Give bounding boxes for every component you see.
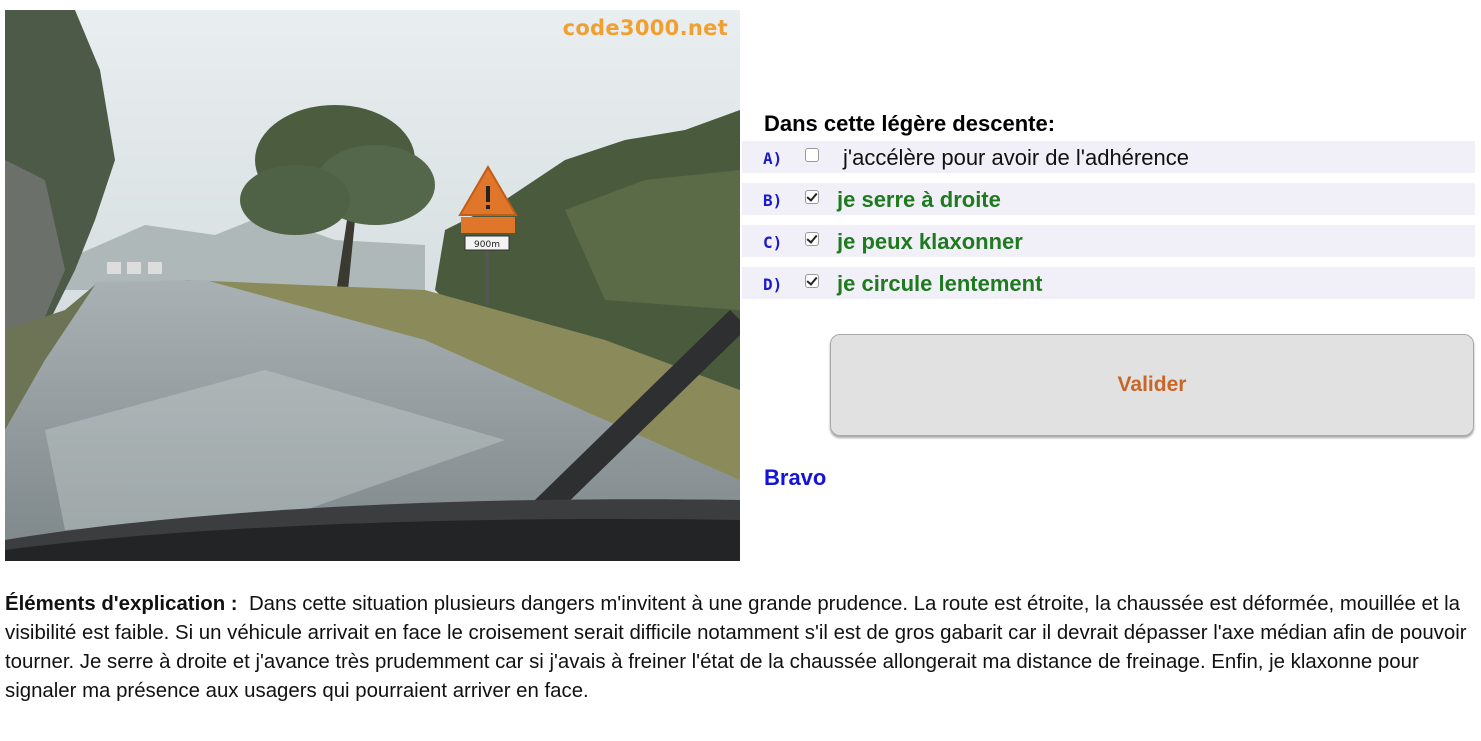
answer-text: je serre à droite [837,187,1001,212]
answer-b-checkbox[interactable] [805,190,819,204]
explanation-paragraph: Éléments d'explication : Dans cette situ… [5,590,1475,706]
sign-distance-label: 900m [474,240,500,250]
result-message: Bravo [764,465,827,490]
quiz-page: 900m code3000.net Dans cette légère desc… [0,0,1481,741]
validate-button[interactable]: Valider [830,334,1474,436]
road-scene-photo: 900m code3000.net [5,10,740,561]
answer-letter: D) [763,275,783,294]
answer-letter: C) [763,233,783,252]
site-watermark: code3000.net [562,16,728,40]
answer-text: j'accélère pour avoir de l'adhérence [843,145,1189,170]
answer-option-c[interactable]: C) je peux klaxonner [742,225,1475,257]
answer-option-a[interactable]: A) j'accélère pour avoir de l'adhérence [742,141,1475,173]
answer-text: je peux klaxonner [837,229,1023,254]
question-prompt: Dans cette légère descente: [764,111,1056,136]
checkmark-icon [806,190,818,202]
answer-letter: A) [763,149,783,168]
answer-letter: B) [763,191,783,210]
road-scene-illustration: 900m [5,10,740,561]
answer-list: A) j'accélère pour avoir de l'adhérence … [742,141,1475,309]
answer-c-checkbox[interactable] [805,232,819,246]
answer-text: je circule lentement [837,271,1043,296]
checkmark-icon [806,274,818,286]
checkmark-icon [806,232,818,244]
answer-option-b[interactable]: B) je serre à droite [742,183,1475,215]
answer-d-checkbox[interactable] [805,274,819,288]
explanation-label: Éléments d'explication : [5,593,238,615]
answer-option-d[interactable]: D) je circule lentement [742,267,1475,299]
answer-a-checkbox[interactable] [805,148,819,162]
